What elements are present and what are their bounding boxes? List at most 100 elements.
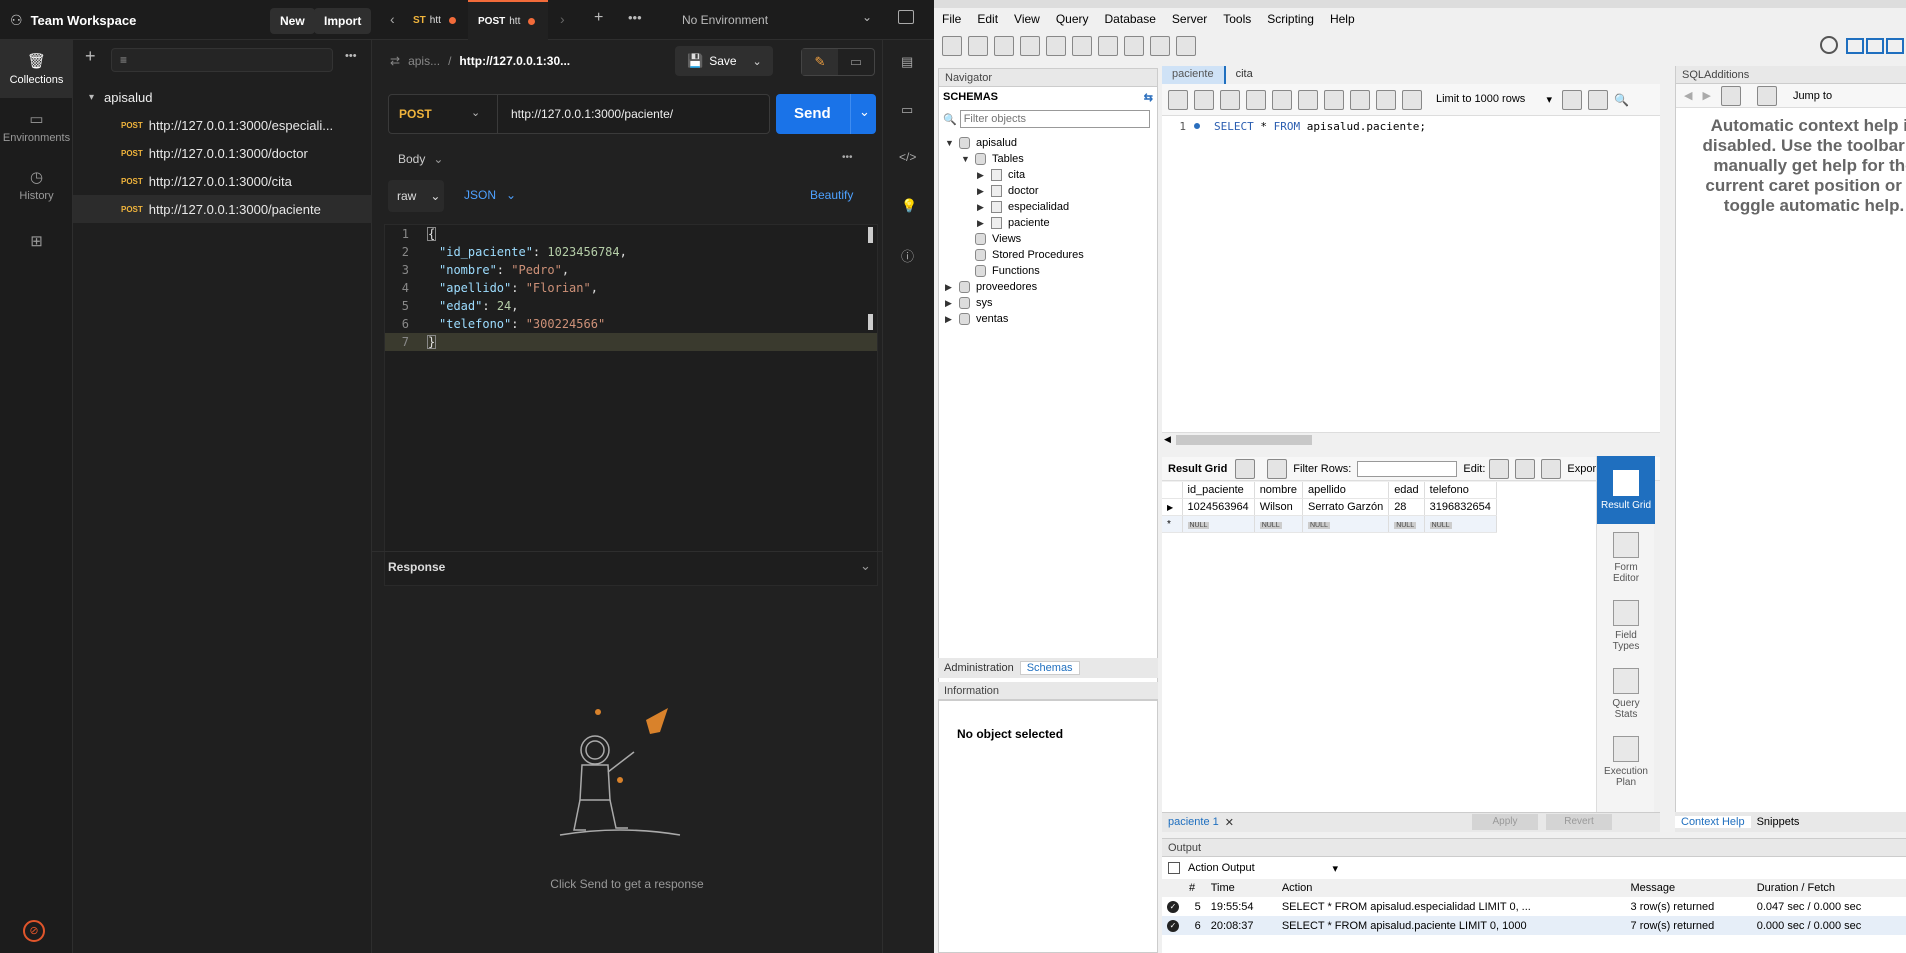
column-header[interactable]: edad (1388, 482, 1425, 499)
apply-button[interactable]: Apply (1472, 814, 1538, 830)
rollback-icon[interactable] (1376, 89, 1396, 110)
column-header[interactable]: telefono (1424, 482, 1497, 499)
revert-button[interactable]: Revert (1546, 814, 1612, 830)
insert-row-icon[interactable] (1515, 458, 1536, 479)
output-column-header[interactable]: Duration / Fetch (1752, 879, 1906, 897)
breadcrumb-parent[interactable]: apis... (408, 54, 440, 68)
create-function-icon[interactable] (1124, 36, 1144, 56)
execute-lightning-icon[interactable] (1220, 89, 1240, 110)
chevron-down-icon[interactable]: ⌄ (860, 558, 871, 574)
open-sql-script-icon[interactable] (968, 36, 988, 56)
menu-database[interactable]: Database (1105, 12, 1156, 26)
body-type-select[interactable]: raw ⌄ (388, 180, 444, 212)
find-icon[interactable]: 🔍 (1614, 93, 1629, 107)
tab-snippets[interactable]: Snippets (1751, 816, 1806, 828)
scroll-left-icon[interactable]: ◀ (1164, 434, 1171, 445)
result-tab[interactable]: paciente 1 ✕ (1168, 816, 1234, 829)
rail-collections[interactable]: 🗑 Collections (0, 40, 73, 98)
limit-rows-select[interactable]: Limit to 1000 rows ▾ (1436, 93, 1552, 106)
bookmark-star-icon[interactable] (1562, 89, 1582, 110)
schema-tree-item[interactable]: ▶ doctor (945, 183, 1155, 199)
output-type-select[interactable]: Action Output ▾ (1188, 862, 1338, 875)
inspector-icon[interactable] (994, 36, 1014, 56)
table-cell[interactable]: NULL (1254, 515, 1303, 533)
reconnect-icon[interactable] (1176, 36, 1196, 56)
table-cell[interactable]: NULL (1302, 515, 1390, 533)
filter-rows-input[interactable] (1357, 460, 1458, 477)
code-icon[interactable]: </> (899, 150, 916, 164)
menu-file[interactable]: File (942, 12, 961, 26)
explain-icon[interactable] (1272, 89, 1292, 110)
edit-row-icon[interactable] (1489, 458, 1510, 479)
table-cell[interactable]: NULL (1424, 515, 1497, 533)
table-row[interactable]: ▶ 1024563964 Wilson Serrato Garzón 28 3196832… (1162, 498, 1497, 516)
create-procedure-icon[interactable] (1098, 36, 1118, 56)
info-icon[interactable]: ⓘ (901, 246, 914, 265)
scrollbar-thumb[interactable] (868, 314, 873, 330)
jump-to-select[interactable]: Jump to (1793, 90, 1832, 102)
side-tool-execution-plan[interactable]: Execution Plan (1597, 728, 1655, 796)
tab-cita[interactable]: cita (1223, 66, 1263, 84)
request-item[interactable]: POST http://127.0.0.1:3000/paciente (73, 195, 372, 223)
schema-tree-item[interactable]: ▶ especialidad (945, 199, 1155, 215)
lightbulb-icon[interactable]: 💡 (901, 198, 917, 214)
table-cell[interactable]: 3196832654 (1424, 498, 1497, 516)
auto-help-icon[interactable] (1756, 85, 1777, 106)
collapse-triangle-icon[interactable]: ▼ (945, 138, 959, 148)
horizontal-scrollbar[interactable]: ◀ (1162, 432, 1660, 446)
tab-request-1[interactable]: ST htt (405, 0, 468, 40)
add-collection-icon[interactable]: + (85, 46, 96, 67)
collection-item[interactable]: ▾ apisalud (73, 83, 372, 111)
table-cell[interactable]: 1024563964 (1182, 498, 1255, 516)
chevron-down-icon[interactable]: ⌄ (859, 104, 870, 120)
output-column-header[interactable]: Action (1277, 879, 1626, 897)
rail-configure[interactable]: ⊞ (0, 214, 73, 272)
save-button[interactable]: 💾 Save ⌄ (675, 46, 773, 76)
schema-tree-item[interactable]: Stored Procedures (945, 247, 1155, 263)
method-select[interactable]: POST (399, 107, 432, 121)
output-column-header[interactable]: Time (1206, 879, 1277, 897)
schema-tree-item[interactable]: ▼ Tables (945, 151, 1155, 167)
menu-tools[interactable]: Tools (1223, 12, 1251, 26)
table-cell[interactable]: 28 (1388, 498, 1425, 516)
side-tool-result-grid[interactable]: Result Grid (1597, 456, 1655, 524)
body-more-icon[interactable]: ••• (842, 152, 853, 163)
manual-help-icon[interactable] (1720, 85, 1741, 106)
open-file-icon[interactable] (1168, 89, 1188, 110)
toggle-secondary-sidebar-icon[interactable] (1886, 38, 1904, 54)
schema-tree-item[interactable]: Views (945, 231, 1155, 247)
new-button[interactable]: New (270, 8, 315, 34)
column-header[interactable]: apellido (1302, 482, 1390, 499)
side-tool-query-stats[interactable]: Query Stats (1597, 660, 1655, 728)
new-sql-tab-icon[interactable] (942, 36, 962, 56)
url-input[interactable]: http://127.0.0.1:3000/paciente/ (511, 107, 673, 121)
expand-triangle-icon[interactable]: ▶ (945, 298, 959, 309)
column-header[interactable]: nombre (1254, 482, 1303, 499)
save-script-icon[interactable] (1194, 89, 1214, 110)
tab-administration[interactable]: Administration (938, 662, 1020, 674)
menu-server[interactable]: Server (1172, 12, 1207, 26)
close-icon[interactable]: ✕ (1225, 816, 1234, 829)
documentation-icon[interactable]: ▤ (901, 54, 913, 70)
new-row[interactable]: * NULL NULL NULL NULL NULL (1162, 515, 1497, 533)
body-code-editor[interactable]: 1{2 "id_paciente": 1023456784, 3 "nombre": … (384, 224, 878, 586)
column-header[interactable]: id_paciente (1182, 482, 1255, 499)
toggle-sidebar-icon[interactable] (1846, 38, 1864, 54)
schema-tree-item[interactable]: ▶ paciente (945, 215, 1155, 231)
breadcrumb-current[interactable]: http://127.0.0.1:30... (459, 54, 570, 68)
language-select[interactable]: JSON ⌄ (464, 188, 516, 202)
sql-editor[interactable]: 1 SELECT * FROM apisalud.paciente; (1162, 116, 1660, 432)
schema-tree-item[interactable]: ▶ ventas (945, 311, 1155, 327)
schema-tree-item[interactable]: ▶ sys (945, 295, 1155, 311)
side-tool-form-editor[interactable]: Form Editor (1597, 524, 1655, 592)
edit-pencil-icon[interactable]: ✎ (802, 49, 838, 75)
output-column-header[interactable]: # (1184, 879, 1206, 897)
schema-tree-item[interactable]: Functions (945, 263, 1155, 279)
menu-view[interactable]: View (1014, 12, 1040, 26)
schema-tree-item[interactable]: ▶ cita (945, 167, 1155, 183)
side-tool-field-types[interactable]: Field Types (1597, 592, 1655, 660)
filter-objects-input[interactable] (959, 110, 1150, 128)
send-button[interactable]: Send ⌄ (776, 94, 876, 134)
commit-icon[interactable] (1350, 89, 1370, 110)
scrollbar-thumb[interactable] (1176, 435, 1312, 445)
